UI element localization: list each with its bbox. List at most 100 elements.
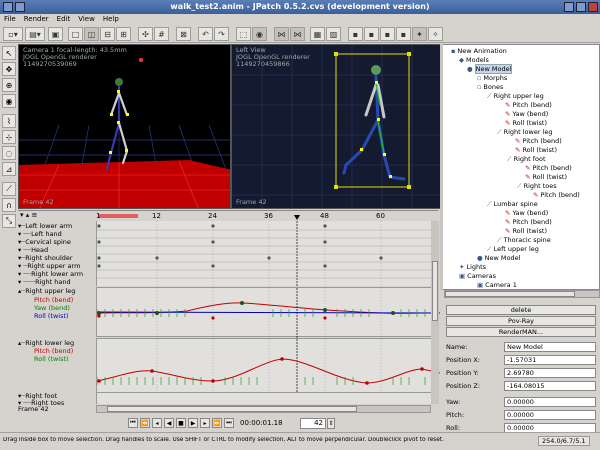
track-right-lower-leg[interactable]: ▴┈Right lower leg	[18, 339, 96, 347]
delete-button[interactable]: delete	[446, 305, 596, 315]
lock-icon[interactable]: ⊠	[176, 27, 191, 41]
tree-node[interactable]: ✎ Roll (twist)	[525, 173, 567, 181]
grid-icon[interactable]: #	[154, 27, 169, 41]
property-field[interactable]: 2.69780	[504, 368, 596, 378]
layer4-icon[interactable]: ▪	[396, 27, 411, 41]
tree-node[interactable]: ⟋ Lumbar spine	[487, 200, 538, 208]
tree-hscroll-thumb[interactable]	[445, 291, 575, 297]
timeline-range-marker[interactable]	[98, 214, 138, 218]
camera-icon[interactable]: ▧	[326, 27, 341, 41]
scene-tree[interactable]: ▪ New Animation ◆ Models ● New Model ▫ Morphs ▫ B…	[442, 44, 600, 290]
property-field[interactable]: 0.00000	[504, 397, 596, 407]
menu-file[interactable]: File	[0, 14, 20, 23]
tree-node[interactable]: ⟋ Right foot	[507, 155, 546, 163]
stop-icon[interactable]: ■	[176, 418, 186, 428]
tree-node[interactable]: ⟋ Right toes	[517, 182, 557, 190]
tree-node[interactable]: ✎ Yaw (bend)	[505, 110, 548, 118]
menu-view[interactable]: View	[74, 14, 99, 23]
mesh-alt-icon[interactable]: ⋈	[290, 27, 305, 41]
tree-node[interactable]: ✦ Lights	[459, 263, 486, 271]
save-icon[interactable]: ▣	[48, 27, 63, 41]
rotate-tool-icon[interactable]: ◉	[2, 94, 16, 108]
tree-node[interactable]: ✎ Pitch (bend)	[505, 101, 552, 109]
menu-edit[interactable]: Edit	[53, 14, 75, 23]
detach-icon[interactable]: ⤡	[2, 214, 16, 228]
property-field[interactable]: -164.08015	[504, 381, 596, 391]
lower-track-area[interactable]	[96, 393, 439, 404]
track-head[interactable]: ▾ ┈┈Head	[18, 246, 96, 254]
next-key-icon[interactable]: ⏩	[212, 418, 222, 428]
tree-node[interactable]: ✎ Roll (twist)	[515, 146, 557, 154]
tree-node[interactable]: ⟋ Thoracic spine	[497, 236, 551, 244]
frame-input[interactable]: 42	[300, 418, 326, 429]
zoom-tool-icon[interactable]: ⊕	[2, 78, 16, 92]
tree-node[interactable]: ✎ Pitch (bend)	[525, 164, 572, 172]
pin-icon[interactable]	[15, 2, 25, 12]
tree-node[interactable]: ⟋ Left upper leg	[487, 245, 539, 253]
move-tool-icon[interactable]: ✥	[2, 62, 16, 76]
new-file-icon[interactable]: ▫▾	[3, 27, 23, 41]
go-start-icon[interactable]: ⏮	[128, 418, 138, 428]
timeline-vscrollbar[interactable]	[431, 221, 439, 404]
tree-node[interactable]: ⟋ Right lower leg	[497, 128, 553, 136]
close-button[interactable]	[588, 2, 598, 12]
tree-hscrollbar[interactable]	[444, 290, 600, 298]
window-menu-icon[interactable]	[3, 2, 13, 12]
viewport-camera[interactable]: Camera 1 focal-length: 43.5mm JOGL OpenG…	[18, 44, 231, 209]
renderman-button[interactable]: RenderMAN...	[446, 327, 596, 337]
open-file-icon[interactable]: ▤▾	[25, 27, 45, 41]
timeline-hscrollbar[interactable]	[96, 405, 431, 413]
track-right-upper-arm[interactable]: ▾ ┈Right upper arm	[18, 262, 96, 270]
weld-icon[interactable]: ⊹	[2, 130, 16, 144]
povray-button[interactable]: Pov-Ray	[446, 316, 596, 326]
curve-graph-upper-leg[interactable]	[96, 287, 440, 338]
layer1-icon[interactable]: ▪	[348, 27, 363, 41]
tree-node[interactable]: ✎ Pitch (bend)	[533, 191, 580, 199]
bone-tool-icon[interactable]: ⟋	[2, 182, 16, 196]
redo-icon[interactable]: ↷	[214, 27, 229, 41]
tree-node[interactable]: ● New Model	[467, 64, 513, 74]
play-icon[interactable]: ▶	[188, 418, 198, 428]
prev-key-icon[interactable]: ⏪	[140, 418, 150, 428]
extrude-icon[interactable]: ⊿	[2, 162, 16, 176]
track-right-upper-leg[interactable]: ▴┈Right upper leg	[18, 287, 96, 295]
bones-icon[interactable]: ✦	[412, 27, 427, 41]
tree-node[interactable]: ▫ Morphs	[477, 74, 507, 82]
single-view-icon[interactable]: □	[68, 27, 83, 41]
tree-node[interactable]: ✎ Pitch (bend)	[505, 218, 552, 226]
tree-node[interactable]: ✎ Roll (twist)	[505, 119, 547, 127]
tree-node[interactable]: ✎ Roll (twist)	[505, 227, 547, 235]
next-frame-icon[interactable]: ▸	[200, 418, 210, 428]
track-left-hand[interactable]: ▾ ┈┈Left hand	[18, 230, 96, 238]
tree-node[interactable]: ▪ New Animation	[451, 47, 507, 55]
show-points-icon[interactable]: ◉	[252, 27, 267, 41]
split-horizontal-icon[interactable]: ⊟	[100, 27, 115, 41]
lasso-icon[interactable]: ◌	[2, 146, 16, 160]
light-source-marker[interactable]	[139, 58, 143, 62]
timeline-hscroll-thumb[interactable]	[107, 406, 357, 412]
morph-icon[interactable]: ✧	[428, 27, 443, 41]
pointer-tool-icon[interactable]: ↖	[2, 46, 16, 60]
play-reverse-icon[interactable]: ◀	[164, 418, 174, 428]
track-right-hand[interactable]: ▾ ┈┈┈Right hand	[18, 278, 96, 286]
quad-view-icon[interactable]: ⊞	[116, 27, 131, 41]
tree-node[interactable]: ● New Model	[477, 254, 520, 262]
maximize-button[interactable]	[576, 2, 586, 12]
tree-node[interactable]: ◆ Models	[459, 56, 489, 64]
mesh-icon[interactable]: ⋈	[274, 27, 289, 41]
tree-scrollbar[interactable]	[440, 44, 443, 290]
track-right-shoulder[interactable]: ▾┈Right shoulder	[18, 254, 96, 262]
prev-frame-icon[interactable]: ◂	[152, 418, 162, 428]
timeline-ruler[interactable]: ▾ ▴ ≡ 1 12 24 36 48 60	[18, 210, 438, 220]
undo-icon[interactable]: ↶	[198, 27, 213, 41]
select-all-icon[interactable]: ⬚	[236, 27, 251, 41]
minimize-button[interactable]	[564, 2, 574, 12]
viewport-left-view[interactable]: Left View JOGL OpenGL renderer 114927045…	[231, 44, 441, 209]
track-cervical-spine[interactable]: ▾┈Cervical spine	[18, 238, 96, 246]
layer3-icon[interactable]: ▪	[380, 27, 395, 41]
tree-node[interactable]: ▣ Cameras	[459, 272, 496, 280]
tree-node[interactable]: ✎ Yaw (bend)	[505, 209, 548, 217]
curve-graph-lower-leg[interactable]	[96, 338, 440, 394]
render-icon[interactable]: ▦	[310, 27, 325, 41]
property-field[interactable]: 0.00000	[504, 410, 596, 420]
